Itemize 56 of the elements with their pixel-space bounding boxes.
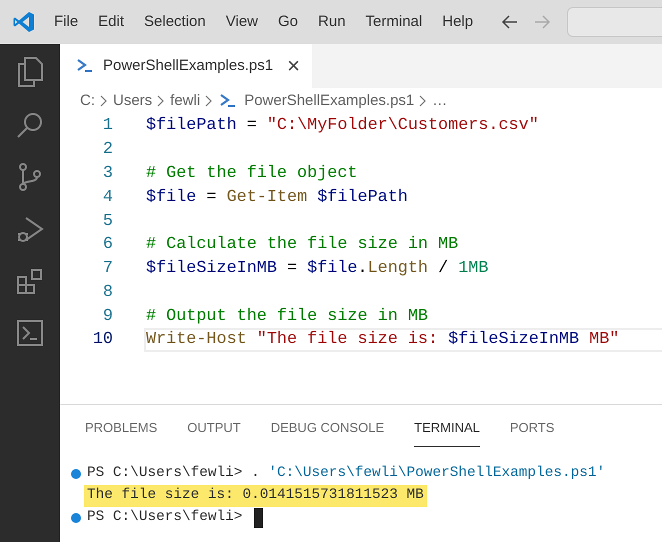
line-number: 3 xyxy=(102,162,113,185)
code-line: $fileSizeInMB = $file.Length / 1MB xyxy=(145,258,490,280)
menu-item[interactable]: Run xyxy=(318,10,346,34)
chevron-icon xyxy=(419,95,428,107)
chevron-icon xyxy=(205,95,214,107)
chevron-icon xyxy=(157,95,166,107)
menu-item[interactable]: Terminal xyxy=(366,10,422,34)
extensions-icon[interactable] xyxy=(16,268,44,296)
editor-tab[interactable]: PowerShellExamples.ps1 × xyxy=(60,44,312,88)
panel-tab[interactable]: OUTPUT xyxy=(187,409,241,447)
breadcrumb-item[interactable]: Users xyxy=(113,90,152,112)
line-number: 7 xyxy=(102,258,113,280)
panel-tab[interactable]: TERMINAL xyxy=(414,409,480,447)
line-number: 1 xyxy=(102,115,113,138)
menu-item[interactable]: Help xyxy=(442,10,474,34)
panel-tab[interactable]: PORTS xyxy=(510,409,554,447)
code-line: # Calculate the file size in MB xyxy=(145,234,460,256)
tab-title: PowerShellExamples.ps1 xyxy=(103,56,274,76)
menu-item[interactable]: Edit xyxy=(98,10,124,34)
files-icon[interactable] xyxy=(16,56,44,88)
line-number: 6 xyxy=(102,234,113,256)
code-line: # Output the file size in MB xyxy=(145,306,429,328)
code-line: # Get the file object xyxy=(145,162,358,185)
terminal-prompt: PS C:\Users\fewli> xyxy=(86,508,244,528)
menu-item[interactable]: Go xyxy=(278,10,298,34)
breadcrumb-item[interactable]: C: xyxy=(80,90,95,112)
line-number: 9 xyxy=(102,306,113,328)
chevron-icon xyxy=(100,95,108,107)
menu-item[interactable]: File xyxy=(54,10,78,34)
panel-tab[interactable]: DEBUG CONSOLE xyxy=(270,409,384,447)
line-number: 2 xyxy=(102,139,113,162)
terminal-output: The file size is: 0.0141515731811523 MB xyxy=(84,485,427,507)
run-debug-icon[interactable] xyxy=(16,215,44,245)
line-number: 5 xyxy=(102,210,113,232)
menu-item[interactable]: View xyxy=(226,10,258,34)
panel-tab[interactable]: PROBLEMS xyxy=(85,409,158,447)
terminal-prompt: PS C:\Users\fewli> . 'C:\Users\fewli\PowerShellExamples.ps1' xyxy=(86,464,606,484)
command-center-field[interactable] xyxy=(567,7,662,37)
breadcrumb-item[interactable]: PowerShellExamples.ps1 xyxy=(244,90,414,112)
search-icon[interactable] xyxy=(16,111,44,139)
more-button[interactable]: … xyxy=(432,90,448,112)
code-line: Write-Host "The file size is: $fileSizeInMB MB" xyxy=(144,328,662,352)
breadcrumb-item[interactable]: fewli xyxy=(170,90,200,112)
app-logo-icon[interactable] xyxy=(12,10,36,34)
powershell-icon xyxy=(77,59,93,73)
line-number: 4 xyxy=(102,186,113,209)
menu-item[interactable]: Selection xyxy=(144,10,206,34)
terminal-icon[interactable] xyxy=(16,319,44,347)
back-arrow-icon[interactable] xyxy=(501,13,520,31)
source-control-icon[interactable] xyxy=(16,162,44,192)
line-number: 8 xyxy=(102,282,113,304)
powershell-icon xyxy=(220,94,236,108)
line-number: 10 xyxy=(92,329,113,352)
code-line: $file = Get-Item $filePath xyxy=(145,186,409,209)
close-button[interactable]: × xyxy=(287,55,300,77)
code-line: $filePath = "C:\MyFolder\Customers.csv" xyxy=(145,115,540,138)
